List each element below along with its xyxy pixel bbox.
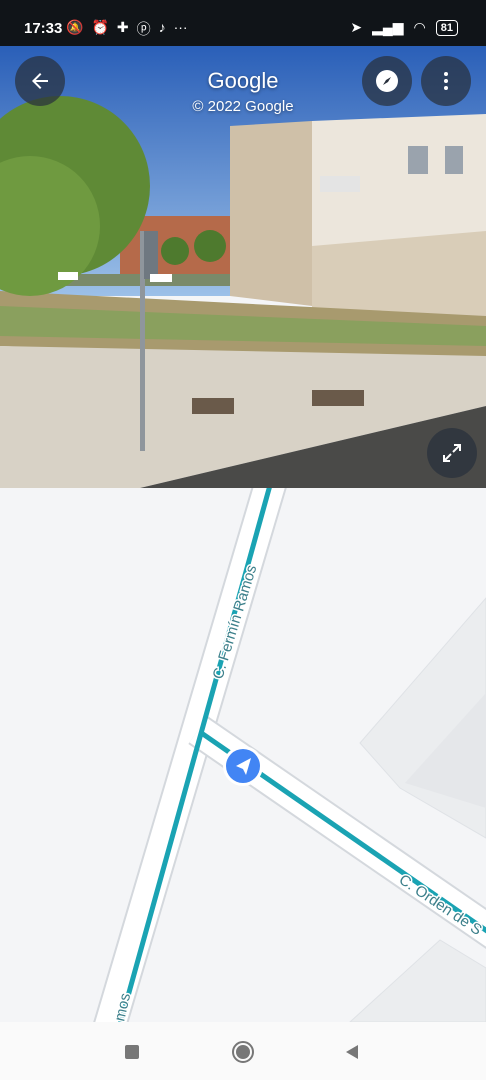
street-view-panel[interactable]: Google © 2022 Google	[0, 46, 486, 488]
map-view[interactable]: C. Fermín Ramos C. Orden de S mos	[0, 488, 486, 1022]
expand-button[interactable]	[427, 428, 477, 478]
location-arrow-icon: ➤	[350, 19, 363, 35]
home-circle-icon	[232, 1041, 254, 1063]
back-button[interactable]	[15, 56, 65, 106]
compass-icon	[376, 70, 398, 92]
compass-button[interactable]	[362, 56, 412, 106]
more-options-button[interactable]	[421, 56, 471, 106]
system-nav-bar	[0, 1022, 486, 1080]
battery-icon: 81	[435, 19, 458, 36]
arrow-back-icon	[32, 73, 48, 89]
location-marker[interactable]	[223, 746, 263, 786]
recents-square-icon	[125, 1045, 139, 1059]
back-nav-button[interactable]	[340, 1040, 364, 1064]
map-canvas[interactable]: C. Fermín Ramos C. Orden de S mos	[0, 488, 486, 1022]
back-triangle-icon	[346, 1045, 358, 1059]
recents-button[interactable]	[120, 1040, 144, 1064]
pinterest-icon: ⓟ	[136, 21, 151, 37]
battery-level: 81	[440, 21, 453, 34]
more-dots-icon: ···	[173, 19, 188, 35]
street-view-copyright: © 2022 Google	[192, 98, 294, 115]
more-vertical-icon	[444, 72, 448, 90]
status-icons-left: 🔕 ⏰ ✚ ⓟ ♪ ···	[66, 19, 188, 39]
expand-icon	[443, 444, 461, 462]
alarm-icon: ⏰	[91, 19, 109, 35]
status-time: 17:33	[24, 20, 63, 37]
plus-app-icon: ✚	[116, 19, 129, 35]
home-button[interactable]	[231, 1040, 255, 1064]
notifications-off-icon: 🔕	[66, 19, 84, 35]
wifi-icon: ◠	[413, 19, 426, 35]
signal-icon: ▂▄▆	[372, 19, 404, 35]
tiktok-icon: ♪	[158, 19, 166, 35]
status-bar: 17:33 🔕 ⏰ ✚ ⓟ ♪ ··· ➤ ▂▄▆ ◠ 81	[0, 0, 486, 46]
street-view-title: Google	[207, 68, 279, 93]
status-icons-right: ➤ ▂▄▆ ◠ 81	[350, 19, 458, 36]
